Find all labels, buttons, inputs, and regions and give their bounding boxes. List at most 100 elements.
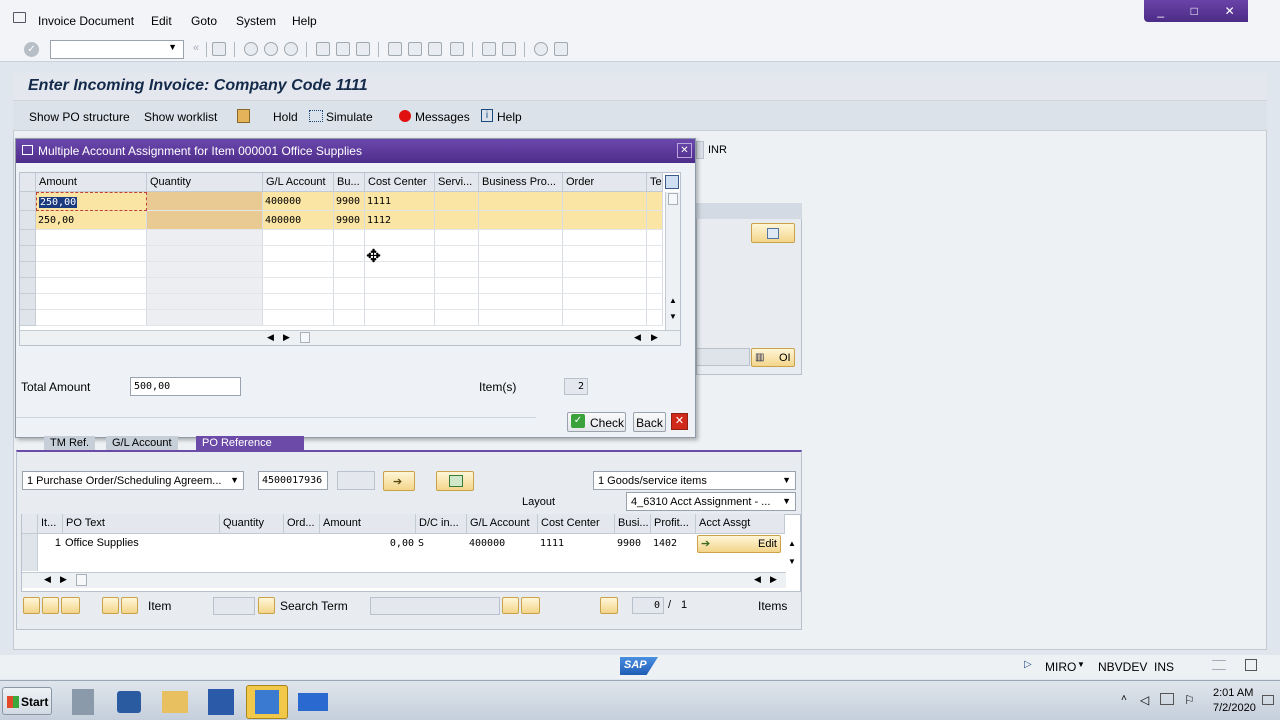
- empty-cell[interactable]: [647, 294, 663, 310]
- scroll-down-icon[interactable]: ▼: [669, 312, 677, 321]
- col-cost-center[interactable]: Cost Center: [365, 173, 435, 192]
- sap-logon-icon[interactable]: [246, 685, 288, 719]
- col-service[interactable]: Servi...: [435, 173, 479, 192]
- scroll-up-icon[interactable]: ▲: [669, 296, 677, 305]
- oi-button[interactable]: ▥ OI: [751, 348, 795, 367]
- page-current[interactable]: 0: [632, 597, 664, 614]
- scroll-right-icon[interactable]: ▶: [283, 332, 290, 343]
- row-selector[interactable]: [20, 246, 36, 262]
- col-order-unit[interactable]: Ord...: [284, 514, 320, 534]
- scroll-thumb[interactable]: [668, 193, 678, 205]
- chevron-down-icon[interactable]: ▼: [168, 42, 177, 52]
- menu-goto[interactable]: Goto: [191, 14, 217, 28]
- lock-icon[interactable]: [1245, 659, 1257, 671]
- check-button[interactable]: ✓ Check: [567, 412, 626, 432]
- empty-cell[interactable]: [647, 262, 663, 278]
- show-po-structure-button[interactable]: Show PO structure: [29, 110, 130, 124]
- select-all-icon[interactable]: [23, 597, 40, 614]
- help-button[interactable]: Help: [497, 110, 522, 124]
- page-icon[interactable]: [600, 597, 618, 614]
- back-button[interactable]: Back: [633, 412, 666, 432]
- scroll-left-icon[interactable]: ◀: [44, 574, 51, 585]
- empty-cell[interactable]: [365, 278, 435, 294]
- service-cell[interactable]: [435, 211, 479, 230]
- empty-cell[interactable]: [263, 262, 334, 278]
- empty-cell[interactable]: [263, 230, 334, 246]
- edit-acct-assgt-button[interactable]: ➔ Edit: [697, 535, 781, 553]
- empty-cell[interactable]: [647, 246, 663, 262]
- layout-menu-icon[interactable]: [554, 42, 568, 56]
- empty-cell[interactable]: [563, 246, 647, 262]
- empty-cell[interactable]: [36, 294, 147, 310]
- empty-cell[interactable]: [435, 246, 479, 262]
- row-selector[interactable]: [20, 278, 36, 294]
- exit-icon[interactable]: [264, 42, 278, 56]
- scroll-left-icon[interactable]: ◀: [754, 574, 761, 585]
- te-cell[interactable]: [647, 211, 663, 230]
- empty-cell[interactable]: [435, 262, 479, 278]
- row-selector[interactable]: [20, 230, 36, 246]
- tab-tm-ref[interactable]: TM Ref.: [44, 436, 96, 450]
- h-scroll-thumb[interactable]: [300, 332, 310, 343]
- find-icon[interactable]: [502, 597, 519, 614]
- save-icon[interactable]: [212, 42, 226, 56]
- col-acct-assgt[interactable]: Acct Assgt: [696, 514, 785, 534]
- shortcut-icon[interactable]: [502, 42, 516, 56]
- order-cell[interactable]: [563, 192, 647, 211]
- col-gl-account[interactable]: G/L Account: [263, 173, 334, 192]
- empty-cell[interactable]: [435, 230, 479, 246]
- empty-cell[interactable]: [263, 246, 334, 262]
- empty-cell[interactable]: [334, 294, 365, 310]
- col-amount[interactable]: Amount: [36, 173, 147, 192]
- tab-gl-account[interactable]: G/L Account: [106, 436, 178, 450]
- empty-cell[interactable]: [365, 294, 435, 310]
- debit-credit-cell[interactable]: S: [418, 538, 424, 549]
- business-process-cell[interactable]: [479, 211, 563, 230]
- clock-date[interactable]: 7/2/2020: [1213, 702, 1256, 714]
- quantity-cell[interactable]: [147, 211, 263, 230]
- po-detail-button[interactable]: ➔: [383, 471, 415, 491]
- gl-account-cell[interactable]: 400000: [263, 211, 334, 230]
- scroll-left-icon[interactable]: ◀: [267, 332, 274, 343]
- empty-cell[interactable]: [334, 262, 365, 278]
- select-all-cell[interactable]: [20, 173, 36, 192]
- tab-po-reference[interactable]: PO Reference: [196, 436, 304, 450]
- business-process-cell[interactable]: [479, 192, 563, 211]
- messages-button[interactable]: Messages: [415, 110, 470, 124]
- deselect-all-icon[interactable]: [42, 597, 59, 614]
- business-area-cell[interactable]: 9900: [334, 192, 365, 211]
- empty-cell[interactable]: [263, 278, 334, 294]
- clipboard-icon[interactable]: [237, 109, 250, 123]
- empty-cell[interactable]: [563, 310, 647, 326]
- empty-cell[interactable]: [36, 310, 147, 326]
- detail-button[interactable]: [751, 223, 795, 243]
- vertical-scrollbar[interactable]: ▲ ▼: [665, 192, 680, 330]
- row-selector[interactable]: [22, 534, 38, 553]
- row-selector[interactable]: [20, 262, 36, 278]
- search-term-icon[interactable]: [258, 597, 275, 614]
- empty-cell[interactable]: [263, 310, 334, 326]
- first-page-icon[interactable]: [388, 42, 402, 56]
- menu-edit[interactable]: Edit: [151, 14, 172, 28]
- menu-invoice-document[interactable]: Invoice Document: [38, 14, 134, 28]
- te-cell[interactable]: [647, 192, 663, 211]
- scroll-right-icon[interactable]: ▶: [770, 574, 777, 585]
- profit-center-cell[interactable]: 1402: [653, 538, 677, 549]
- hold-button[interactable]: Hold: [273, 110, 298, 124]
- col-gl-account[interactable]: G/L Account: [467, 514, 538, 534]
- empty-cell[interactable]: [334, 310, 365, 326]
- new-session-icon[interactable]: [482, 42, 496, 56]
- total-amount-field[interactable]: 500,00: [130, 377, 241, 396]
- po-text-cell[interactable]: Office Supplies: [65, 537, 139, 549]
- powershell-icon[interactable]: [108, 685, 150, 719]
- empty-cell[interactable]: [563, 278, 647, 294]
- empty-cell[interactable]: [479, 278, 563, 294]
- col-profit-center[interactable]: Profit...: [651, 514, 696, 534]
- empty-cell[interactable]: [435, 294, 479, 310]
- gl-account-cell[interactable]: 400000: [263, 192, 334, 211]
- empty-cell[interactable]: [147, 294, 263, 310]
- empty-cell[interactable]: [563, 230, 647, 246]
- chevron-up-icon[interactable]: ˄: [1121, 693, 1127, 704]
- refresh-icon[interactable]: [61, 597, 80, 614]
- empty-cell[interactable]: [479, 310, 563, 326]
